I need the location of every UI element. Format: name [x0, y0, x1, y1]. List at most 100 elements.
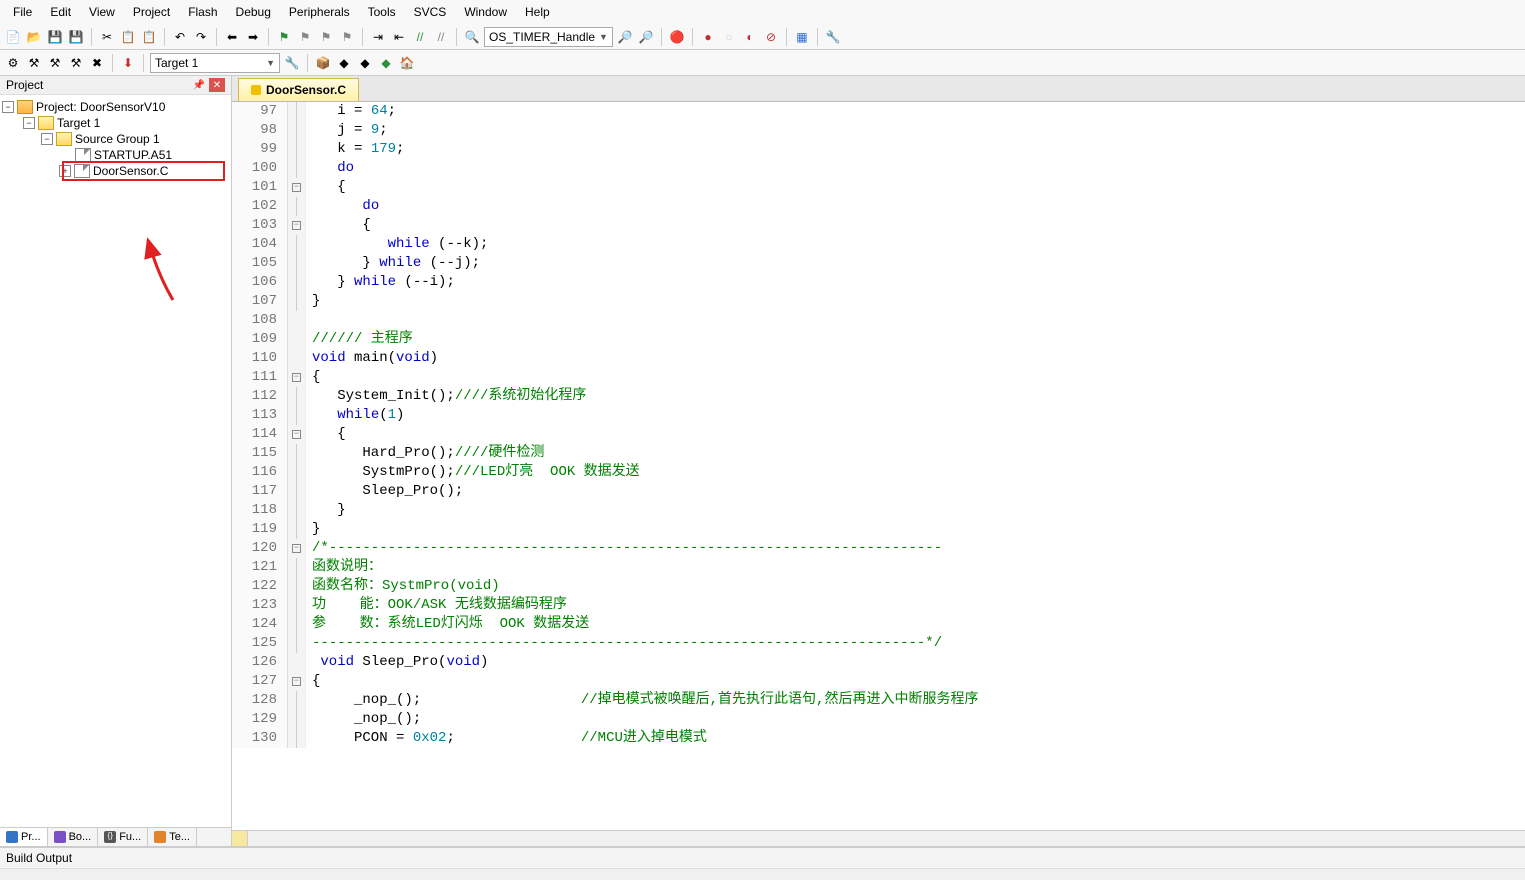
select-packs-icon[interactable]: ◆ — [335, 54, 353, 72]
code-line[interactable]: 105 } while (--j); — [232, 254, 1525, 273]
rebuild-icon[interactable]: ⚒ — [46, 54, 64, 72]
code-line[interactable]: 104 while (--k); — [232, 235, 1525, 254]
tree-target[interactable]: − Target 1 — [2, 115, 229, 131]
paste-icon[interactable]: 📋 — [140, 28, 158, 46]
tab-functions[interactable]: {}Fu... — [98, 828, 148, 846]
symbol-combo[interactable]: OS_TIMER_Handle ▼ — [484, 27, 613, 47]
menu-window[interactable]: Window — [455, 2, 516, 22]
tab-templates[interactable]: Te... — [148, 828, 197, 846]
code-line[interactable]: 130 PCON = 0x02; //MCU进入掉电模式 — [232, 729, 1525, 748]
tree-group[interactable]: − Source Group 1 — [2, 131, 229, 147]
menu-view[interactable]: View — [80, 2, 124, 22]
menu-debug[interactable]: Debug — [227, 2, 280, 22]
breakpoint-insert-icon[interactable]: ● — [699, 28, 717, 46]
redo-icon[interactable]: ↷ — [192, 28, 210, 46]
goto-icon[interactable]: 🔎 — [616, 28, 634, 46]
code-line[interactable]: 119} — [232, 520, 1525, 539]
menu-peripherals[interactable]: Peripherals — [280, 2, 359, 22]
expand-icon[interactable]: − — [2, 101, 14, 113]
target-combo[interactable]: Target 1 ▼ — [150, 53, 280, 73]
code-line[interactable]: 118 } — [232, 501, 1525, 520]
menu-file[interactable]: File — [4, 2, 41, 22]
menu-flash[interactable]: Flash — [179, 2, 226, 22]
code-line[interactable]: 122函数名称：SystmPro(void) — [232, 577, 1525, 596]
code-line[interactable]: 107} — [232, 292, 1525, 311]
code-line[interactable]: 124参 数：系统LED灯闪烁 OOK 数据发送 — [232, 615, 1525, 634]
batch-build-icon[interactable]: ⚒ — [67, 54, 85, 72]
code-line[interactable]: 125-------------------------------------… — [232, 634, 1525, 653]
code-line[interactable]: 97 i = 64; — [232, 102, 1525, 121]
find-icon[interactable]: 🔍 — [463, 28, 481, 46]
code-line[interactable]: 109////// 主程序 — [232, 330, 1525, 349]
stop-build-icon[interactable]: ✖ — [88, 54, 106, 72]
code-line[interactable]: 113 while(1) — [232, 406, 1525, 425]
code-line[interactable]: 106 } while (--i); — [232, 273, 1525, 292]
code-line[interactable]: 108 — [232, 311, 1525, 330]
manage-multi-icon[interactable]: 🏠 — [398, 54, 416, 72]
save-icon[interactable]: 💾 — [46, 28, 64, 46]
menu-tools[interactable]: Tools — [359, 2, 405, 22]
menu-project[interactable]: Project — [124, 2, 179, 22]
tab-project[interactable]: Pr... — [0, 828, 48, 846]
indent-icon[interactable]: ⇥ — [369, 28, 387, 46]
menu-help[interactable]: Help — [516, 2, 559, 22]
code-line[interactable]: 98 j = 9; — [232, 121, 1525, 140]
code-line[interactable]: 100 do — [232, 159, 1525, 178]
tree-file-doorsensor[interactable]: + DoorSensor.C — [2, 163, 229, 179]
download-icon[interactable]: ⬇ — [119, 54, 137, 72]
new-file-icon[interactable]: 📄 — [4, 28, 22, 46]
close-icon[interactable]: ✕ — [209, 78, 225, 92]
copy-icon[interactable]: 📋 — [119, 28, 137, 46]
breakpoint-kill-icon[interactable]: ⊘ — [762, 28, 780, 46]
build-icon[interactable]: ⚒ — [25, 54, 43, 72]
nav-fwd-icon[interactable]: ➡ — [244, 28, 262, 46]
target-options-icon[interactable]: 🔧 — [283, 54, 301, 72]
code-line[interactable]: 120−/*----------------------------------… — [232, 539, 1525, 558]
code-line[interactable]: 111−{ — [232, 368, 1525, 387]
cut-icon[interactable]: ✂ — [98, 28, 116, 46]
menu-svcs[interactable]: SVCS — [405, 2, 456, 22]
tree-root[interactable]: − Project: DoorSensorV10 — [2, 99, 229, 115]
bookmark-clear-icon[interactable]: ⚑ — [338, 28, 356, 46]
code-line[interactable]: 103− { — [232, 216, 1525, 235]
code-line[interactable]: 116 SystmPro();///LED灯亮 OOK 数据发送 — [232, 463, 1525, 482]
configure-icon[interactable]: 🔧 — [824, 28, 842, 46]
window-layout-icon[interactable]: ▦ — [793, 28, 811, 46]
save-all-icon[interactable]: 💾 — [67, 28, 85, 46]
breakpoint-disable-icon[interactable]: ◐ — [741, 28, 759, 46]
breakpoint-enable-icon[interactable]: ○ — [720, 28, 738, 46]
tab-books[interactable]: Bo... — [48, 828, 99, 846]
editor-scrollbar[interactable] — [232, 830, 1525, 846]
code-line[interactable]: 128 _nop_(); //掉电模式被唤醒后,首先执行此语句,然后再进入中断服… — [232, 691, 1525, 710]
project-tree[interactable]: − Project: DoorSensorV10 − Target 1 − So… — [0, 95, 231, 827]
undo-icon[interactable]: ↶ — [171, 28, 189, 46]
uncomment-icon[interactable]: // — [432, 28, 450, 46]
code-line[interactable]: 126 void Sleep_Pro(void) — [232, 653, 1525, 672]
code-editor[interactable]: 97 i = 64;98 j = 9;99 k = 179;100 do101−… — [232, 102, 1525, 830]
expand-icon[interactable]: − — [41, 133, 53, 145]
expand-icon[interactable]: + — [59, 165, 71, 177]
code-line[interactable]: 129 _nop_(); — [232, 710, 1525, 729]
bookmark-next-icon[interactable]: ⚑ — [317, 28, 335, 46]
code-line[interactable]: 112 System_Init();////系统初始化程序 — [232, 387, 1525, 406]
code-line[interactable]: 102 do — [232, 197, 1525, 216]
code-line[interactable]: 117 Sleep_Pro(); — [232, 482, 1525, 501]
code-line[interactable]: 110void main(void) — [232, 349, 1525, 368]
code-line[interactable]: 114− { — [232, 425, 1525, 444]
incremental-find-icon[interactable]: 🔎 — [637, 28, 655, 46]
code-line[interactable]: 115 Hard_Pro();////硬件检测 — [232, 444, 1525, 463]
comment-icon[interactable]: // — [411, 28, 429, 46]
outdent-icon[interactable]: ⇤ — [390, 28, 408, 46]
code-line[interactable]: 127−{ — [232, 672, 1525, 691]
debug-icon[interactable]: 🔴 — [668, 28, 686, 46]
pin-icon[interactable]: 📌 — [191, 78, 207, 92]
bookmark-icon[interactable]: ⚑ — [275, 28, 293, 46]
expand-icon[interactable]: − — [23, 117, 35, 129]
manage-project-icon[interactable]: 📦 — [314, 54, 332, 72]
open-icon[interactable]: 📂 — [25, 28, 43, 46]
editor-tab-doorsensor[interactable]: DoorSensor.C — [238, 78, 359, 101]
code-line[interactable]: 121函数说明： — [232, 558, 1525, 577]
translate-icon[interactable]: ⚙ — [4, 54, 22, 72]
bookmark-prev-icon[interactable]: ⚑ — [296, 28, 314, 46]
code-line[interactable]: 101− { — [232, 178, 1525, 197]
